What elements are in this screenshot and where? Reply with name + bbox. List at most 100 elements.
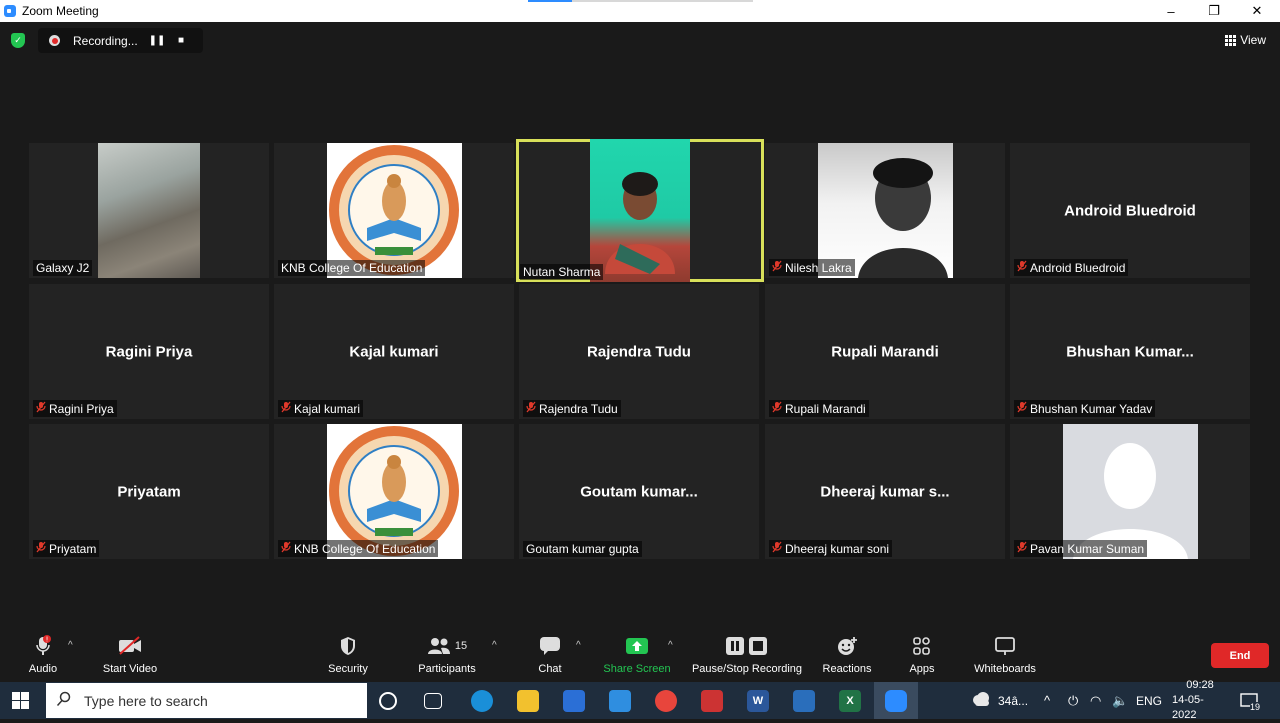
- apps-button[interactable]: Apps: [906, 634, 938, 675]
- close-button[interactable]: ✕: [1237, 0, 1277, 22]
- participant-tile[interactable]: Ragini Priya Ragini Priya: [29, 284, 269, 419]
- weather-widget[interactable]: 34â...: [970, 682, 1028, 719]
- audio-label: Audio: [28, 663, 58, 675]
- video-off-icon: [117, 634, 143, 658]
- participant-name: KNB College Of Education: [281, 261, 423, 275]
- clock[interactable]: 09:28 14-05-2022: [1172, 679, 1228, 721]
- participants-options-caret-icon[interactable]: ^: [492, 640, 497, 651]
- participants-label: Participants: [418, 663, 476, 675]
- chat-options-caret-icon[interactable]: ^: [576, 640, 581, 651]
- mic-muted-icon: [1017, 401, 1027, 416]
- participant-center-name: Kajal kumari: [349, 343, 439, 360]
- share-screen-button[interactable]: Share Screen: [603, 634, 671, 675]
- participants-count: 15: [454, 640, 468, 652]
- participant-tile[interactable]: Dheeraj kumar s... Dheeraj kumar soni: [765, 424, 1005, 559]
- view-button[interactable]: View: [1225, 33, 1266, 47]
- participant-center-name: Android Bluedroid: [1064, 202, 1196, 219]
- security-button[interactable]: Security: [326, 634, 370, 675]
- participant-center-name: Rajendra Tudu: [587, 343, 691, 360]
- security-shield-icon: [339, 634, 357, 658]
- restore-button[interactable]: ❐: [1194, 0, 1234, 22]
- start-video-button[interactable]: Start Video: [100, 634, 160, 675]
- word-icon[interactable]: W: [747, 690, 769, 712]
- reactions-smiley-icon: [836, 634, 858, 658]
- end-meeting-button[interactable]: End: [1211, 643, 1269, 668]
- cortana-icon[interactable]: [379, 692, 397, 710]
- participant-name: Rajendra Tudu: [539, 401, 618, 416]
- participant-nameplate: KNB College Of Education: [278, 260, 426, 276]
- taskbar-search-box[interactable]: Type here to search: [46, 683, 367, 718]
- pause-stop-recording-button[interactable]: Pause/Stop Recording: [690, 634, 804, 675]
- microsoft-store-icon[interactable]: [563, 690, 585, 712]
- notification-count: 19: [1250, 702, 1261, 712]
- participant-tile[interactable]: Nutan Sharma: [516, 139, 764, 282]
- mic-muted-icon: [36, 401, 46, 416]
- microphone-icon: !: [35, 634, 51, 658]
- excel-icon[interactable]: X: [839, 690, 861, 712]
- notification-center-icon[interactable]: 19: [1240, 682, 1261, 719]
- participants-icon: 15: [427, 634, 467, 658]
- participants-button[interactable]: 15 Participants: [414, 634, 480, 675]
- search-placeholder: Type here to search: [84, 692, 208, 709]
- audio-options-caret-icon[interactable]: ^: [68, 640, 73, 651]
- mic-muted-icon: [281, 541, 291, 556]
- stop-recording-button[interactable]: ■: [169, 35, 193, 46]
- zoom-taskbar-icon[interactable]: [874, 682, 918, 719]
- chrome-icon[interactable]: [655, 690, 677, 712]
- mic-muted-icon: [772, 260, 782, 275]
- encryption-shield-icon[interactable]: ✓: [11, 33, 25, 48]
- college-logo-image: [327, 143, 462, 278]
- audio-button[interactable]: ! Audio: [26, 634, 60, 675]
- participant-name: KNB College Of Education: [294, 541, 436, 556]
- control-panel-icon[interactable]: [793, 690, 815, 712]
- meet-now-icon[interactable]: ⏻: [1068, 682, 1078, 719]
- whiteboards-button[interactable]: Whiteboards: [970, 634, 1040, 675]
- participant-tile[interactable]: KNB College Of Education: [274, 143, 514, 278]
- participant-tile[interactable]: Rajendra Tudu Rajendra Tudu: [519, 284, 759, 419]
- tray-overflow-icon[interactable]: ^: [1044, 682, 1050, 719]
- wifi-icon[interactable]: ◠: [1090, 682, 1101, 719]
- svg-text:!: !: [46, 636, 49, 644]
- participant-tile[interactable]: Pavan Kumar Suman: [1010, 424, 1250, 559]
- file-explorer-icon[interactable]: [517, 690, 539, 712]
- participant-tile[interactable]: Android Bluedroid Android Bluedroid: [1010, 143, 1250, 278]
- participant-video: [590, 139, 690, 282]
- recording-indicator: Recording... ❚❚ ■: [38, 28, 203, 53]
- pause-recording-button[interactable]: ❚❚: [145, 35, 169, 46]
- task-view-icon[interactable]: [424, 693, 442, 709]
- window-titlebar: Zoom Meeting – ❐ ✕: [0, 0, 1280, 22]
- participant-nameplate: Bhushan Kumar Yadav: [1014, 400, 1156, 417]
- chat-button[interactable]: Chat: [536, 634, 564, 675]
- participant-name: Rupali Marandi: [785, 401, 866, 416]
- participant-name: Ragini Priya: [49, 401, 114, 416]
- participant-tile[interactable]: Kajal kumari Kajal kumari: [274, 284, 514, 419]
- participant-tile[interactable]: Galaxy J2: [29, 143, 269, 278]
- participant-center-name: Goutam kumar...: [580, 483, 698, 500]
- participant-tile[interactable]: Goutam kumar... Goutam kumar gupta: [519, 424, 759, 559]
- participant-tile[interactable]: Priyatam Priyatam: [29, 424, 269, 559]
- participant-nameplate: Nilesh Lakra: [769, 259, 855, 276]
- participant-tile[interactable]: KNB College Of Education: [274, 424, 514, 559]
- participant-tile[interactable]: Rupali Marandi Rupali Marandi: [765, 284, 1005, 419]
- photos-app-icon[interactable]: [701, 690, 723, 712]
- weather-cloud-icon: [970, 691, 992, 710]
- participant-center-name: Priyatam: [117, 483, 181, 500]
- share-options-caret-icon[interactable]: ^: [668, 640, 673, 651]
- edge-browser-icon[interactable]: [471, 690, 493, 712]
- participant-tile[interactable]: Nilesh Lakra: [765, 143, 1005, 278]
- pause-stop-recording-label: Pause/Stop Recording: [691, 663, 803, 675]
- participant-nameplate: Priyatam: [33, 540, 100, 557]
- profile-photo: [818, 143, 953, 278]
- participant-name: Dheeraj kumar soni: [785, 541, 890, 556]
- apps-icon: [912, 634, 932, 658]
- participant-nameplate: Nutan Sharma: [520, 264, 604, 280]
- participant-tile[interactable]: Bhushan Kumar... Bhushan Kumar Yadav: [1010, 284, 1250, 419]
- minimize-button[interactable]: –: [1151, 0, 1191, 22]
- participant-name: Galaxy J2: [36, 261, 90, 275]
- windows-start-icon[interactable]: [12, 692, 29, 709]
- language-indicator[interactable]: ENG: [1136, 682, 1162, 719]
- volume-icon[interactable]: 🔈: [1112, 682, 1128, 719]
- participant-nameplate: Android Bluedroid: [1014, 259, 1129, 276]
- mail-icon[interactable]: [609, 690, 631, 712]
- reactions-button[interactable]: Reactions: [820, 634, 874, 675]
